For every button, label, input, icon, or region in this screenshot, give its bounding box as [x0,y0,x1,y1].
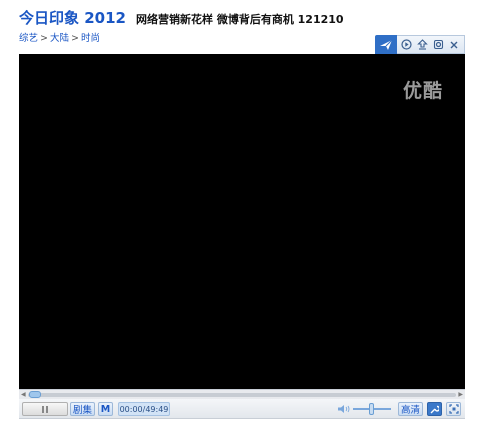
seek-bar[interactable]: ◀ ▶ [19,389,465,399]
youku-watermark: 优酷 [402,80,443,102]
share-icon [380,39,393,50]
player-toolbar [397,35,465,54]
video-player: 优酷 ◀ ▶ 剧集 M 00:00/49:49 高清 [19,35,465,419]
player-top-bar [375,35,465,54]
fullscreen-button[interactable] [446,402,461,416]
episodes-button[interactable]: 剧集 [70,402,95,416]
next-button[interactable]: M [98,402,113,416]
seek-track[interactable] [28,393,456,397]
volume-icon[interactable] [337,404,351,414]
video-area[interactable]: 优酷 [19,54,465,389]
seek-left-arrow-icon: ◀ [21,391,26,398]
title-row: 今日印象 2012 网络营销新花样 微博背后有商机 121210 [19,7,344,27]
fullscreen-icon [448,404,459,414]
share-button[interactable] [375,35,397,54]
tools-button[interactable] [427,402,442,416]
control-bar: 剧集 M 00:00/49:49 高清 [19,399,465,419]
close-icon [450,41,458,48]
seek-right-arrow-icon: ▶ [458,391,463,398]
upload-button[interactable] [417,39,429,51]
seek-handle[interactable] [29,391,41,398]
settings-button[interactable] [432,39,444,51]
play-circle-icon [401,39,412,50]
upload-icon [417,39,428,50]
show-title[interactable]: 今日印象 2012 [19,7,126,28]
pause-button[interactable] [22,402,68,416]
time-display: 00:00/49:49 [118,402,170,416]
quality-button[interactable]: 高清 [398,402,423,416]
play-circle-button[interactable] [401,39,413,51]
volume-knob[interactable] [369,403,374,415]
wrench-icon [430,405,439,413]
gear-icon [433,39,443,50]
episode-title: 网络营销新花样 微博背后有商机 121210 [135,13,344,26]
pause-icon [42,405,44,413]
close-button[interactable] [448,39,460,51]
pause-icon [46,405,48,413]
